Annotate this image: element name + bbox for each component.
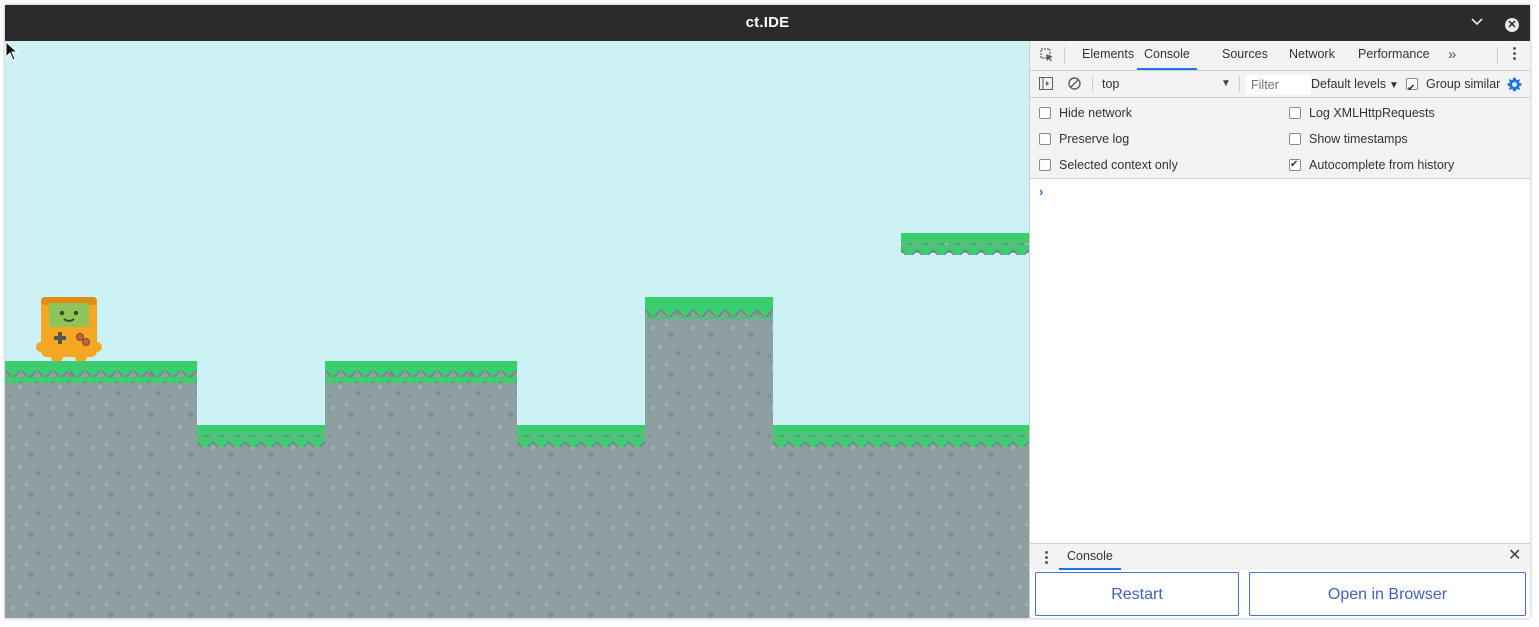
chevron-down-icon: ▼ [1389, 80, 1399, 91]
devtools-panel: Elements Console Sources Network Perform… [1029, 41, 1530, 618]
chevron-down-icon [1471, 18, 1483, 26]
kebab-menu-icon[interactable] [1045, 551, 1048, 566]
console-output[interactable]: › [1030, 179, 1530, 543]
log-xhr-label: Log XMLHttpRequests [1309, 106, 1435, 120]
preserve-log-option[interactable]: Preserve log [1039, 131, 1129, 147]
show-timestamps-option[interactable]: Show timestamps [1289, 131, 1408, 147]
platform-blocks [5, 233, 1029, 618]
autocomplete-option[interactable]: Autocomplete from history [1289, 157, 1454, 173]
chevron-down-icon[interactable]: ▼ [1221, 71, 1231, 97]
title-bar: ct.IDE ✕ [5, 5, 1530, 41]
devtools-tabbar: Elements Console Sources Network Perform… [1030, 41, 1530, 71]
autocomplete-checkbox[interactable] [1289, 157, 1301, 173]
game-viewport[interactable] [5, 41, 1029, 618]
inspect-element-icon[interactable] [1040, 48, 1054, 62]
action-bar: Restart Open in Browser [1030, 570, 1530, 618]
selected-context-label: Selected context only [1059, 158, 1178, 172]
selected-context-checkbox[interactable] [1039, 159, 1051, 171]
autocomplete-label: Autocomplete from history [1309, 158, 1455, 172]
sidebar-toggle-icon[interactable] [1039, 77, 1053, 90]
log-xhr-option[interactable]: Log XMLHttpRequests [1289, 105, 1435, 121]
tab-elements[interactable]: Elements [1082, 41, 1134, 70]
minimize-button[interactable] [1468, 14, 1486, 32]
clear-console-icon[interactable] [1068, 77, 1081, 90]
restart-button[interactable]: Restart [1035, 572, 1239, 616]
drawer-tabbar: Console ✕ [1030, 543, 1530, 570]
selected-context-option[interactable]: Selected context only [1039, 157, 1178, 173]
group-similar-checkbox[interactable] [1406, 76, 1418, 102]
mouse-cursor-icon [5, 41, 19, 61]
log-xhr-checkbox[interactable] [1289, 107, 1301, 119]
context-selector[interactable]: top [1102, 71, 1119, 97]
close-icon: ✕ [1505, 18, 1519, 32]
log-levels-label: Default levels [1311, 77, 1387, 91]
tab-performance[interactable]: Performance [1358, 41, 1430, 70]
hide-network-option[interactable]: Hide network [1039, 105, 1132, 121]
show-timestamps-label: Show timestamps [1309, 132, 1408, 146]
window-title: ct.IDE [745, 14, 790, 31]
console-toolbar: top ▼ Default levels▼ Group similar [1030, 71, 1530, 102]
log-levels-dropdown[interactable]: Default levels ▼ [1311, 71, 1399, 99]
console-settings: Hide network Preserve log Selected conte… [1030, 98, 1530, 179]
game-scene [5, 233, 1029, 618]
group-similar-toggle[interactable]: Group similar [1406, 71, 1501, 102]
hide-network-label: Hide network [1059, 106, 1132, 120]
group-similar-label: Group similar [1426, 77, 1501, 91]
show-timestamps-checkbox[interactable] [1289, 133, 1301, 145]
tab-network[interactable]: Network [1289, 41, 1335, 70]
tab-console[interactable]: Console [1137, 41, 1197, 70]
more-tabs-icon[interactable]: » [1448, 41, 1456, 68]
close-icon[interactable]: ✕ [1508, 547, 1521, 565]
preserve-log-label: Preserve log [1059, 132, 1130, 146]
hide-network-checkbox[interactable] [1039, 107, 1051, 119]
preserve-log-checkbox[interactable] [1039, 133, 1051, 145]
gear-icon[interactable] [1507, 77, 1522, 92]
open-in-browser-button[interactable]: Open in Browser [1249, 572, 1526, 616]
kebab-menu-icon[interactable] [1513, 47, 1517, 63]
console-prompt[interactable]: › [1039, 184, 1043, 199]
app-window: ct.IDE ✕ Elements Console Sources Networ… [5, 5, 1530, 618]
tab-sources[interactable]: Sources [1222, 41, 1268, 70]
game-character [36, 297, 102, 361]
filter-input[interactable] [1246, 75, 1311, 95]
close-window-button[interactable]: ✕ [1503, 14, 1521, 32]
drawer-tab-console[interactable]: Console [1059, 544, 1121, 570]
